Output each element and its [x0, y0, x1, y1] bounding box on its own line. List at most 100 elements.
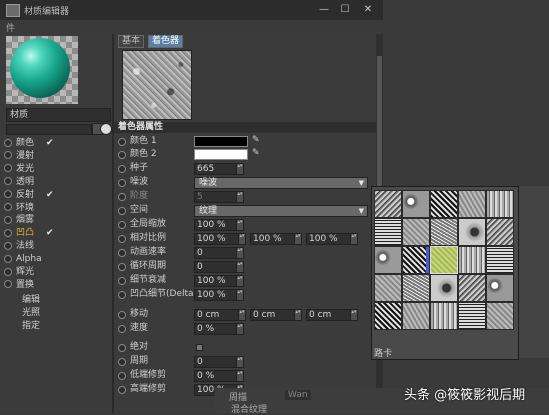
sidebar-item-channel[interactable]: 颜色 ✔ [4, 137, 104, 149]
radio-dot[interactable] [4, 164, 12, 173]
sidebar-item-channel[interactable]: 烟雾 [4, 214, 104, 226]
close-button[interactable]: ✕ [359, 3, 377, 17]
animate-dot[interactable] [118, 263, 126, 271]
texture-thumbnail[interactable] [486, 246, 514, 274]
texture-thumbnail[interactable] [430, 274, 458, 302]
sidebar-item-illumination[interactable]: 光照 [22, 307, 40, 319]
texture-thumbnail[interactable] [374, 190, 402, 218]
channel-search-input[interactable] [6, 124, 92, 135]
texture-thumbnail[interactable] [402, 302, 430, 330]
anim-speed-input[interactable]: 0 ▴▾ [194, 247, 244, 259]
radio-dot[interactable] [4, 190, 12, 199]
radio-dot[interactable] [4, 280, 12, 289]
no-entry-icon[interactable] [100, 123, 112, 135]
texture-thumbnail[interactable] [458, 302, 486, 330]
material-name-field[interactable]: 材质 [6, 108, 111, 122]
radio-dot[interactable] [4, 228, 12, 237]
texture-thumbnail[interactable] [458, 218, 486, 246]
tab-basic[interactable]: 基本 [118, 35, 145, 48]
animate-dot[interactable] [118, 138, 126, 146]
color2-swatch[interactable] [194, 149, 248, 160]
texture-thumbnail[interactable] [430, 218, 458, 246]
seed-input[interactable]: 665 ▴▾ [194, 163, 244, 175]
animate-dot[interactable] [118, 291, 126, 299]
texture-thumbnail[interactable] [402, 218, 430, 246]
sidebar-item-channel[interactable]: 法线 [4, 240, 104, 252]
animate-dot[interactable] [118, 193, 126, 201]
octaves-input[interactable]: 5 ▴▾ [194, 191, 244, 203]
radio-dot[interactable] [4, 267, 12, 276]
animate-dot[interactable] [118, 386, 126, 394]
sidebar-item-channel[interactable]: 环境 [4, 202, 104, 214]
speed-input[interactable]: 0 % ▴▾ [194, 323, 244, 335]
check-icon[interactable]: ✔ [46, 227, 54, 239]
check-icon[interactable]: ✔ [46, 189, 54, 201]
color1-swatch[interactable] [194, 136, 248, 147]
low-clip-input[interactable]: 0 % ▴▾ [194, 370, 244, 382]
texture-thumbnail[interactable] [486, 302, 514, 330]
sidebar-item-channel[interactable]: 置换 [4, 279, 104, 291]
texture-thumbnail[interactable] [458, 190, 486, 218]
menu-file[interactable]: 件 [6, 21, 15, 34]
global-scale-input[interactable]: 100 % ▴▾ [194, 219, 244, 231]
texture-thumbnail[interactable] [486, 218, 514, 246]
maximize-button[interactable]: ☐ [336, 3, 354, 17]
sidebar-item-channel[interactable]: 反射 ✔ [4, 189, 104, 201]
animate-dot[interactable] [118, 249, 126, 257]
radio-dot[interactable] [4, 138, 12, 147]
sidebar-item-channel[interactable]: 发光 [4, 163, 104, 175]
animate-dot[interactable] [118, 151, 126, 159]
move-y-input[interactable]: 0 cm ▴▾ [250, 309, 302, 321]
texture-thumbnail[interactable] [374, 302, 402, 330]
radio-dot[interactable] [4, 215, 12, 224]
sidebar-item-assign[interactable]: 指定 [22, 320, 40, 332]
animate-dot[interactable] [118, 277, 126, 285]
sidebar-item-channel[interactable]: Alpha [4, 253, 104, 265]
move-x-input[interactable]: 0 cm ▴▾ [194, 309, 246, 321]
texture-thumbnail[interactable] [374, 274, 402, 302]
delta-input[interactable]: 100 % ▴▾ [194, 289, 244, 301]
absolute-checkbox[interactable] [196, 344, 203, 351]
animate-dot[interactable] [118, 311, 126, 319]
animate-dot[interactable] [118, 358, 126, 366]
animate-dot[interactable] [118, 372, 126, 380]
texture-thumbnail[interactable] [486, 274, 514, 302]
texture-thumbnail[interactable] [430, 302, 458, 330]
animate-dot[interactable] [118, 235, 126, 243]
radio-dot[interactable] [4, 203, 12, 211]
texture-thumbnail[interactable] [374, 246, 402, 274]
relative-scale-z-input[interactable]: 100 % ▴▾ [306, 233, 358, 245]
texture-thumbnail[interactable] [458, 274, 486, 302]
radio-dot[interactable] [4, 254, 12, 263]
radio-dot[interactable] [4, 151, 12, 160]
sidebar-item-channel[interactable]: 透明 [4, 176, 104, 188]
relative-scale-y-input[interactable]: 100 % ▴▾ [250, 233, 302, 245]
radio-dot[interactable] [4, 177, 12, 186]
noise-type-dropdown[interactable]: 噪波 ▼ [194, 177, 368, 189]
material-preview-sphere[interactable] [10, 38, 70, 98]
eyedropper-icon[interactable]: ✎ [252, 135, 260, 145]
animate-dot[interactable] [118, 165, 126, 173]
loop-period-input[interactable]: 0 ▴▾ [194, 261, 244, 273]
sidebar-item-edit[interactable]: 编辑 [22, 294, 40, 306]
sidebar-item-channel[interactable]: 漫射 [4, 150, 104, 162]
minimize-button[interactable]: — [315, 3, 333, 17]
texture-thumbnail[interactable] [458, 246, 486, 274]
tab-shader[interactable]: 着色器 [148, 35, 184, 48]
check-icon[interactable]: ✔ [46, 137, 54, 149]
detail-atten-input[interactable]: 100 % ▴▾ [194, 275, 244, 287]
animate-dot[interactable] [118, 325, 126, 333]
relative-scale-x-input[interactable]: 100 % ▴▾ [194, 233, 246, 245]
texture-thumbnail[interactable] [486, 190, 514, 218]
animate-dot[interactable] [118, 179, 126, 187]
animate-dot[interactable] [118, 221, 126, 229]
texture-thumbnail[interactable] [402, 190, 430, 218]
animate-dot[interactable] [118, 344, 126, 352]
sidebar-item-channel[interactable]: 凹凸 ✔ [4, 227, 104, 239]
texture-thumbnail[interactable] [402, 274, 430, 302]
space-dropdown[interactable]: 纹理 ▼ [194, 205, 368, 217]
move-z-input[interactable]: 0 cm ▴▾ [306, 309, 358, 321]
texture-thumbnail[interactable] [374, 218, 402, 246]
eyedropper-icon[interactable]: ✎ [252, 148, 260, 158]
texture-thumbnail[interactable] [430, 246, 458, 274]
